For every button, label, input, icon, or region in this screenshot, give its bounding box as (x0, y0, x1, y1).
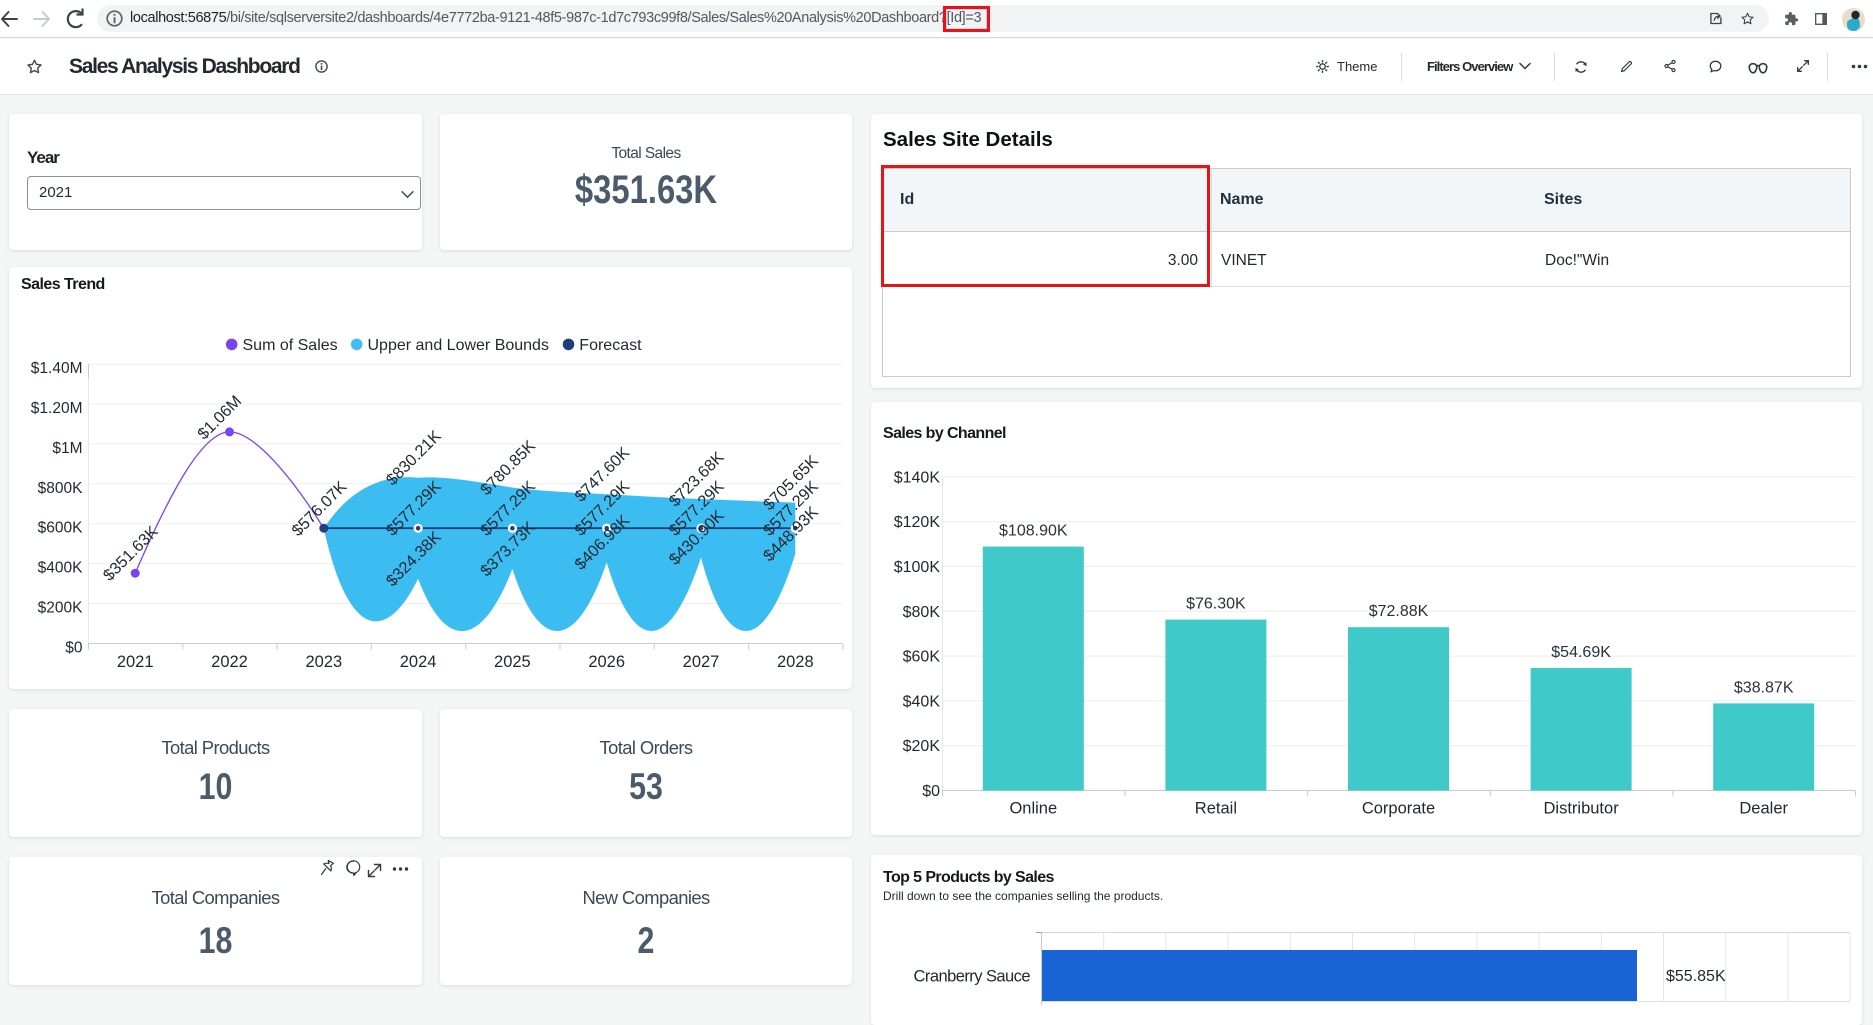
svg-text:$54.69K: $54.69K (1551, 644, 1611, 661)
svg-text:$80K: $80K (903, 604, 941, 621)
svg-text:Upper and Lower Bounds: Upper and Lower Bounds (368, 337, 549, 354)
svg-text:Forecast: Forecast (579, 337, 642, 354)
svg-text:$60K: $60K (903, 649, 941, 666)
svg-text:2026: 2026 (588, 653, 625, 671)
svg-text:$600K: $600K (38, 520, 83, 537)
svg-text:$140K: $140K (894, 469, 941, 486)
svg-text:Distributor: Distributor (1544, 800, 1620, 818)
svg-text:$1.06M: $1.06M (194, 392, 245, 443)
svg-text:2022: 2022 (211, 653, 248, 671)
svg-text:2027: 2027 (683, 653, 720, 671)
svg-text:$1M: $1M (52, 440, 82, 457)
svg-text:$55.85K: $55.85K (1666, 968, 1726, 985)
svg-text:Cranberry Sauce: Cranberry Sauce (914, 968, 1031, 986)
svg-text:$400K: $400K (38, 560, 83, 577)
svg-text:Retail: Retail (1195, 800, 1237, 818)
svg-text:Sum of Sales: Sum of Sales (243, 337, 338, 354)
svg-text:$800K: $800K (38, 480, 83, 497)
svg-text:$200K: $200K (38, 600, 83, 617)
svg-text:2028: 2028 (777, 653, 814, 671)
svg-text:$0: $0 (65, 639, 83, 656)
svg-text:2023: 2023 (305, 653, 342, 671)
svg-text:Dealer: Dealer (1739, 800, 1788, 818)
svg-text:Online: Online (1009, 800, 1057, 818)
svg-text:2024: 2024 (400, 653, 437, 671)
svg-text:$0: $0 (922, 783, 940, 800)
svg-text:$76.30K: $76.30K (1186, 596, 1246, 613)
svg-text:$1.20M: $1.20M (31, 400, 83, 417)
svg-text:$38.87K: $38.87K (1734, 679, 1794, 696)
svg-text:$72.88K: $72.88K (1369, 603, 1429, 620)
svg-text:$351.63K: $351.63K (100, 522, 162, 584)
svg-text:2021: 2021 (117, 653, 154, 671)
svg-text:$40K: $40K (903, 693, 941, 710)
svg-text:$120K: $120K (894, 514, 941, 531)
svg-text:Corporate: Corporate (1362, 800, 1435, 818)
svg-text:$1.40M: $1.40M (31, 360, 83, 377)
svg-text:2025: 2025 (494, 653, 531, 671)
svg-text:$100K: $100K (894, 559, 941, 576)
svg-text:$20K: $20K (903, 738, 941, 755)
svg-text:$108.90K: $108.90K (999, 523, 1068, 540)
